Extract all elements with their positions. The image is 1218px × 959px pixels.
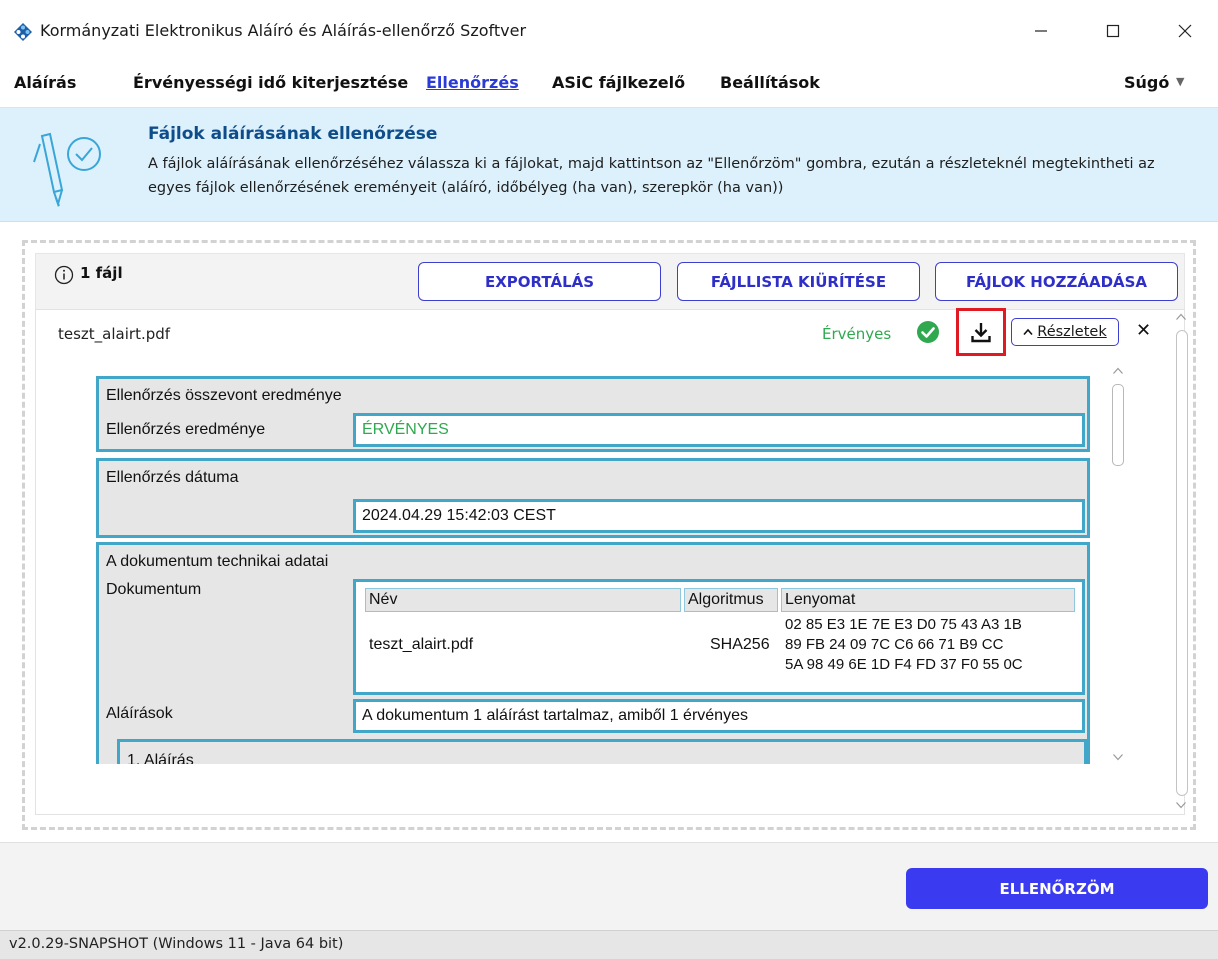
chevron-down-icon[interactable]: ▼: [1176, 75, 1184, 88]
menu-bar: Aláírás Érvényességi idő kiterjesztése E…: [0, 62, 1218, 108]
scroll-down-icon[interactable]: [1175, 800, 1187, 810]
page-header: Fájlok aláírásának ellenőrzése A fájlok …: [0, 108, 1218, 222]
export-button[interactable]: EXPORTÁLÁS: [418, 262, 661, 301]
date-label: Ellenőrzés dátuma: [106, 469, 239, 486]
scroll-down-icon[interactable]: [1112, 752, 1124, 762]
signature-section: 1. Aláírás: [117, 739, 1087, 764]
file-count: 1 fájl: [80, 264, 123, 282]
summary-title: Ellenőrzés összevont eredménye: [106, 387, 342, 404]
version-text: v2.0.29-SNAPSHOT (Windows 11 - Java 64 b…: [9, 936, 344, 952]
remove-file-button[interactable]: ✕: [1136, 320, 1151, 341]
download-button[interactable]: [956, 308, 1006, 356]
chevron-up-icon: [1023, 328, 1033, 336]
document-algorithm: SHA256: [710, 636, 770, 653]
summary-panel: Ellenőrzés összevont eredménye Ellenőrzé…: [96, 376, 1090, 452]
document-digest-line: 89 FB 24 09 7C C6 66 71 B9 CC: [785, 636, 1004, 653]
minimize-icon: [1035, 30, 1047, 32]
maximize-icon: [1106, 24, 1120, 38]
close-icon: [1178, 24, 1192, 38]
maximize-button[interactable]: [1090, 14, 1136, 48]
status-bar: v2.0.29-SNAPSHOT (Windows 11 - Java 64 b…: [0, 930, 1218, 959]
document-digest-line: 02 85 E3 1E 7E E3 D0 75 43 A3 1B: [785, 616, 1022, 633]
menu-validity-extension[interactable]: Érvényességi idő kiterjesztése: [133, 73, 408, 92]
date-panel: Ellenőrzés dátuma 2024.04.29 15:42:03 CE…: [96, 458, 1090, 538]
file-name: teszt_alairt.pdf: [58, 325, 171, 343]
add-files-button[interactable]: FÁJLOK HOZZÁADÁSA: [935, 262, 1178, 301]
document-label: Dokumentum: [106, 581, 202, 598]
page-title: Fájlok aláírásának ellenőrzése: [148, 124, 438, 144]
close-window-button[interactable]: [1162, 14, 1208, 48]
column-header-digest: Lenyomat: [781, 588, 1075, 612]
document-table: Név Algoritmus Lenyomat teszt_alairt.pdf…: [353, 579, 1085, 695]
date-value: 2024.04.29 15:42:03 CEST: [353, 499, 1085, 533]
details-toggle-button[interactable]: Részletek: [1011, 318, 1119, 346]
file-status: Érvényes: [822, 325, 892, 343]
scrollbar-thumb[interactable]: [1112, 384, 1124, 466]
result-label: Ellenőrzés eredménye: [106, 421, 266, 438]
menu-signing[interactable]: Aláírás: [14, 73, 76, 92]
technical-title: A dokumentum technikai adatai: [106, 553, 329, 570]
details-label: Részletek: [1037, 324, 1107, 340]
title-bar: Kormányzati Elektronikus Aláíró és Aláír…: [0, 0, 1218, 62]
menu-asic-file-manager[interactable]: ASiC fájlkezelő: [552, 73, 685, 92]
document-digest-line: 5A 98 49 6E 1D F4 FD 37 F0 55 0C: [785, 656, 1023, 673]
document-name: teszt_alairt.pdf: [369, 636, 474, 653]
column-header-name: Név: [365, 588, 681, 612]
signatures-label: Aláírások: [106, 705, 173, 722]
signatures-value: A dokumentum 1 aláírást tartalmaz, amibő…: [353, 699, 1085, 733]
scrollbar-thumb[interactable]: [1176, 330, 1188, 796]
info-icon: [54, 265, 74, 285]
column-header-algorithm: Algoritmus: [684, 588, 778, 612]
minimize-button[interactable]: [1018, 14, 1064, 48]
window-title: Kormányzati Elektronikus Aláíró és Aláír…: [40, 21, 527, 40]
scroll-up-icon[interactable]: [1175, 312, 1187, 322]
technical-panel: A dokumentum technikai adatai Dokumentum…: [96, 542, 1090, 764]
verification-details: Ellenőrzés összevont eredménye Ellenőrzé…: [86, 364, 1128, 764]
result-value: ÉRVÉNYES: [353, 413, 1085, 447]
verify-button[interactable]: ELLENŐRZÖM: [906, 868, 1208, 909]
menu-help[interactable]: Súgó: [1124, 73, 1169, 92]
menu-verification[interactable]: Ellenőrzés: [426, 73, 519, 92]
clear-file-list-button[interactable]: FÁJLLISTA KIÜRÍTÉSE: [677, 262, 920, 301]
signature-section-title: 1. Aláírás: [127, 752, 194, 764]
check-circle-icon: [917, 321, 939, 343]
scroll-up-icon[interactable]: [1112, 366, 1124, 376]
page-description: A fájlok aláírásának ellenőrzéséhez vála…: [148, 156, 1155, 196]
app-logo-icon: [14, 23, 32, 41]
download-icon: [971, 323, 991, 343]
pen-check-icon: [33, 132, 101, 208]
menu-settings[interactable]: Beállítások: [720, 73, 820, 92]
